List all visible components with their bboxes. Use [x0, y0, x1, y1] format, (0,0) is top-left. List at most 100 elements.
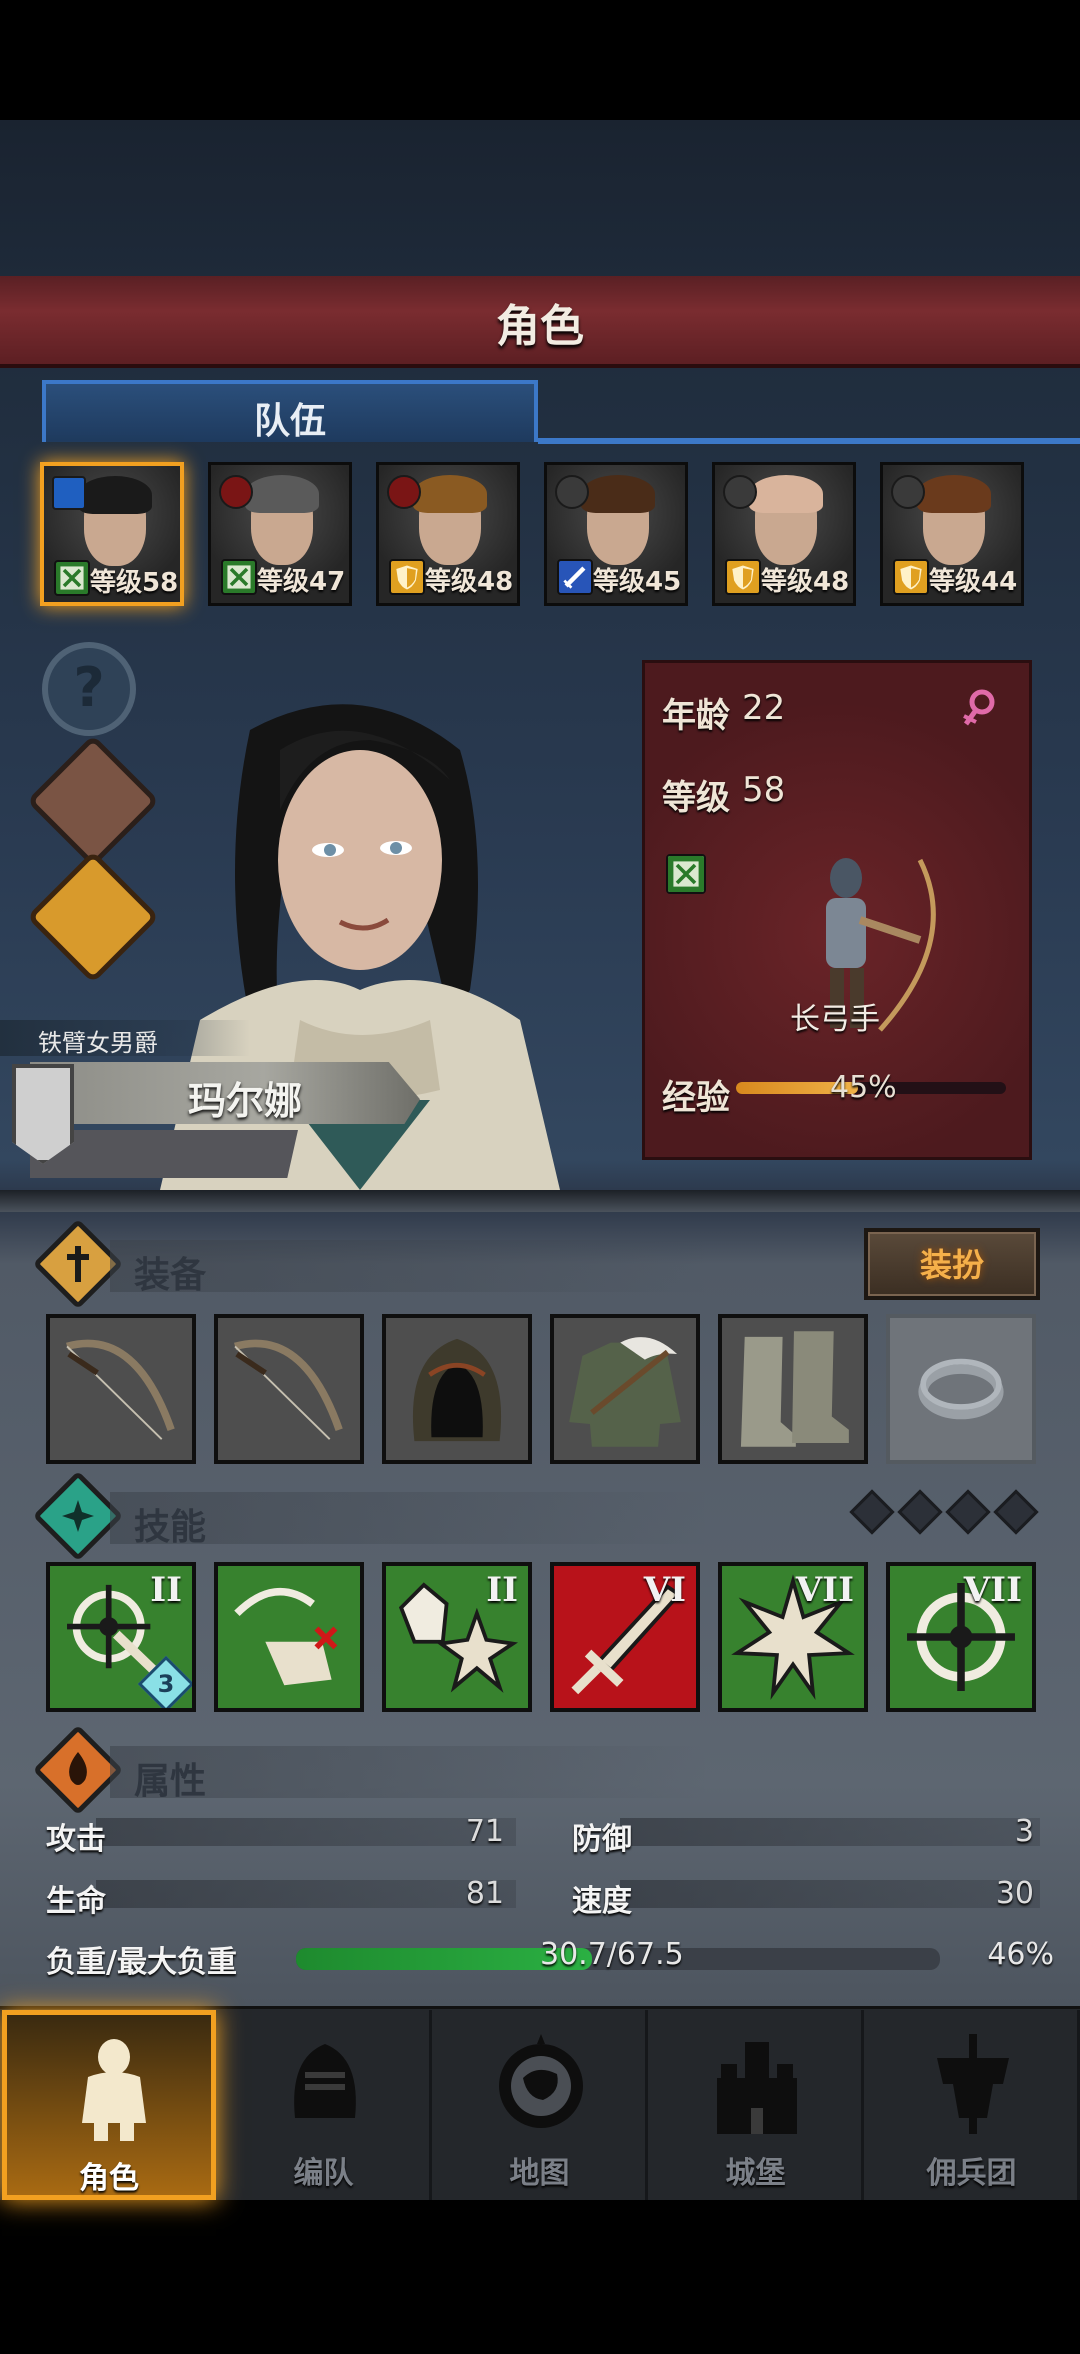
portrait-hair [917, 475, 991, 513]
helmet-icon [891, 475, 925, 509]
level-number: 47 [309, 567, 346, 597]
skill-slot[interactable]: VII [886, 1562, 1036, 1712]
defense-label: 防御 [572, 1822, 632, 1857]
equipment-slot[interactable] [214, 1314, 364, 1464]
health-label: 生命 [46, 1884, 106, 1919]
tab-team-label: 队伍 [253, 401, 326, 442]
helmet-icon [555, 475, 589, 509]
equipment-slot[interactable] [46, 1314, 196, 1464]
speed-label: 速度 [572, 1884, 632, 1919]
portrait-hair [245, 475, 319, 513]
party-member-level: 等级48 [761, 561, 849, 598]
level-number: 48 [477, 567, 514, 597]
compass-map-icon [491, 2028, 591, 2138]
knight-icon [64, 2033, 164, 2143]
nav-item[interactable]: 城堡 [650, 2010, 864, 2200]
party-member-card[interactable]: 等级58 [40, 462, 184, 606]
party-member-level: 等级44 [929, 561, 1017, 598]
party-member-card[interactable]: 等级45 [544, 462, 688, 606]
page-title: 角色 [496, 301, 584, 352]
tab-underline [538, 438, 1080, 444]
longbow-icon [218, 1318, 360, 1460]
ring-icon [890, 1318, 1032, 1460]
status-bar-area [0, 0, 1080, 120]
exp-percent: 45% [830, 1070, 897, 1105]
nav-item[interactable]: 地图 [434, 2010, 648, 2200]
class-name: 长弓手 [790, 1002, 880, 1037]
skill-rank: VI [643, 1570, 686, 1610]
level-label: 等级 [662, 778, 730, 818]
boots-icon [722, 1318, 864, 1460]
exp-label: 经验 [662, 1078, 730, 1118]
party-member-level: 等级45 [593, 561, 681, 598]
castle-icon [707, 2028, 807, 2138]
help-icon[interactable]: ? [42, 642, 136, 736]
helmet-icon [219, 475, 253, 509]
equipment-title: 装备 [134, 1255, 207, 1296]
portrait-hair [749, 475, 823, 513]
party-member-level: 等级58 [90, 562, 178, 599]
skill-slot[interactable]: VII [718, 1562, 868, 1712]
stun-arrow-icon [218, 1566, 360, 1708]
level-number: 44 [981, 567, 1018, 597]
helmet-icon [275, 2028, 375, 2138]
equipment-slot-empty[interactable] [886, 1314, 1036, 1464]
female-icon [963, 689, 995, 726]
nav-item[interactable]: 佣兵团 [866, 2010, 1080, 2200]
section-divider [0, 1190, 1080, 1212]
skill-charge-count: 3 [157, 1670, 175, 1698]
skill-slot[interactable]: VI [550, 1562, 700, 1712]
nav-label: 角色 [79, 2161, 139, 2196]
equipment-slot[interactable] [718, 1314, 868, 1464]
level-prefix: 等级 [90, 568, 143, 598]
bottom-safe-area [0, 2200, 1080, 2354]
banner-icon [923, 2028, 1023, 2138]
helmet-icon [387, 475, 421, 509]
dress-up-label: 装扮 [919, 1246, 984, 1284]
hood-icon [386, 1318, 528, 1460]
load-percent: 46% [987, 1937, 1054, 1972]
skill-rank: II [150, 1570, 182, 1610]
nav-label: 地图 [509, 2156, 570, 2191]
bow-icon [54, 560, 90, 596]
shield-icon [389, 559, 425, 595]
character-title: 铁臂女男爵 [38, 1029, 158, 1057]
attack-label: 攻击 [46, 1822, 106, 1857]
nav-label: 编队 [293, 2156, 354, 2191]
level-value: 58 [742, 770, 786, 810]
skill-slot[interactable] [214, 1562, 364, 1712]
skill-rank: VII [795, 1570, 854, 1610]
health-value: 81 [465, 1876, 504, 1911]
bow-class-icon [666, 854, 706, 894]
equipment-slot[interactable] [382, 1314, 532, 1464]
helmet-icon [723, 475, 757, 509]
party-member-card[interactable]: 等级48 [376, 462, 520, 606]
nav-item[interactable]: 角色 [2, 2010, 216, 2200]
age-label: 年龄 [662, 696, 730, 736]
level-number: 58 [142, 568, 179, 598]
sword-icon [557, 559, 593, 595]
age-value: 22 [742, 688, 786, 728]
skill-slot[interactable]: II 3 [46, 1562, 196, 1712]
level-prefix: 等级 [593, 567, 646, 597]
flag-icon [52, 476, 86, 510]
level-number: 48 [813, 567, 850, 597]
attack-value: 71 [465, 1814, 504, 1849]
party-member-level: 等级47 [257, 561, 345, 598]
party-member-card[interactable]: 等级47 [208, 462, 352, 606]
level-prefix: 等级 [929, 567, 982, 597]
level-prefix: 等级 [425, 567, 478, 597]
skills-title: 技能 [134, 1507, 207, 1548]
skill-rank: II [486, 1570, 518, 1610]
nav-item[interactable]: 编队 [218, 2010, 432, 2200]
skill-slot[interactable]: II [382, 1562, 532, 1712]
party-member-card[interactable]: 等级48 [712, 462, 856, 606]
equipment-slot[interactable] [550, 1314, 700, 1464]
level-prefix: 等级 [257, 567, 310, 597]
attributes-title: 属性 [134, 1761, 207, 1802]
nav-label: 城堡 [725, 2156, 786, 2191]
speed-value: 30 [995, 1876, 1034, 1911]
load-value: 30.7/67.5 [540, 1937, 684, 1972]
party-member-card[interactable]: 等级44 [880, 462, 1024, 606]
tunic-icon [554, 1318, 696, 1460]
